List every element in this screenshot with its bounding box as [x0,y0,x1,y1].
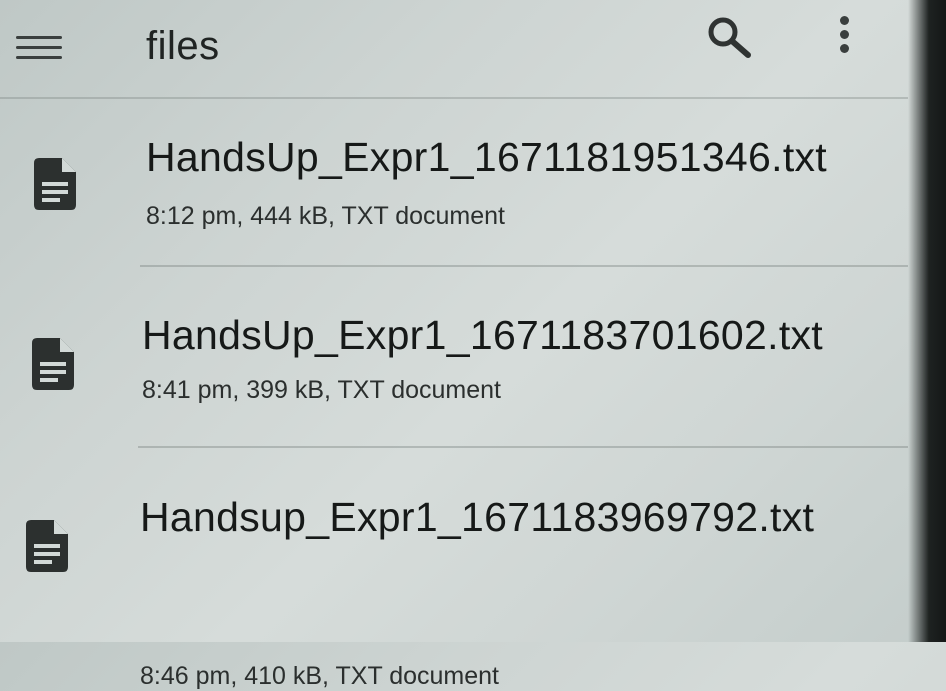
app-bar: files [0,0,908,100]
list-item[interactable]: HandsUp_Expr1_1671183701602.txt 8:41 pm,… [0,270,908,448]
header-divider [0,97,908,99]
file-meta: 8:46 pm, 410 kB, TXT document [140,662,499,690]
row-divider [138,446,908,448]
file-meta: 8:41 pm, 399 kB, TXT document [142,376,501,404]
document-icon [34,158,78,210]
search-icon[interactable] [705,14,753,62]
document-icon [32,338,76,390]
hamburger-menu-icon[interactable] [16,34,62,62]
row-divider [140,265,908,267]
document-icon [26,520,70,572]
file-name: HandsUp_Expr1_1671183701602.txt [142,312,823,358]
page-title: files [146,24,220,68]
list-item[interactable]: Handsup_Expr1_1671183969792.txt 8:46 pm,… [0,456,908,690]
more-vert-icon[interactable] [834,16,856,56]
file-name: Handsup_Expr1_1671183969792.txt [140,494,815,540]
list-item[interactable]: HandsUp_Expr1_1671181951346.txt 8:12 pm,… [0,100,908,270]
file-name: HandsUp_Expr1_1671181951346.txt [146,134,827,180]
file-meta: 8:12 pm, 444 kB, TXT document [146,202,505,230]
device-bezel [908,0,946,642]
